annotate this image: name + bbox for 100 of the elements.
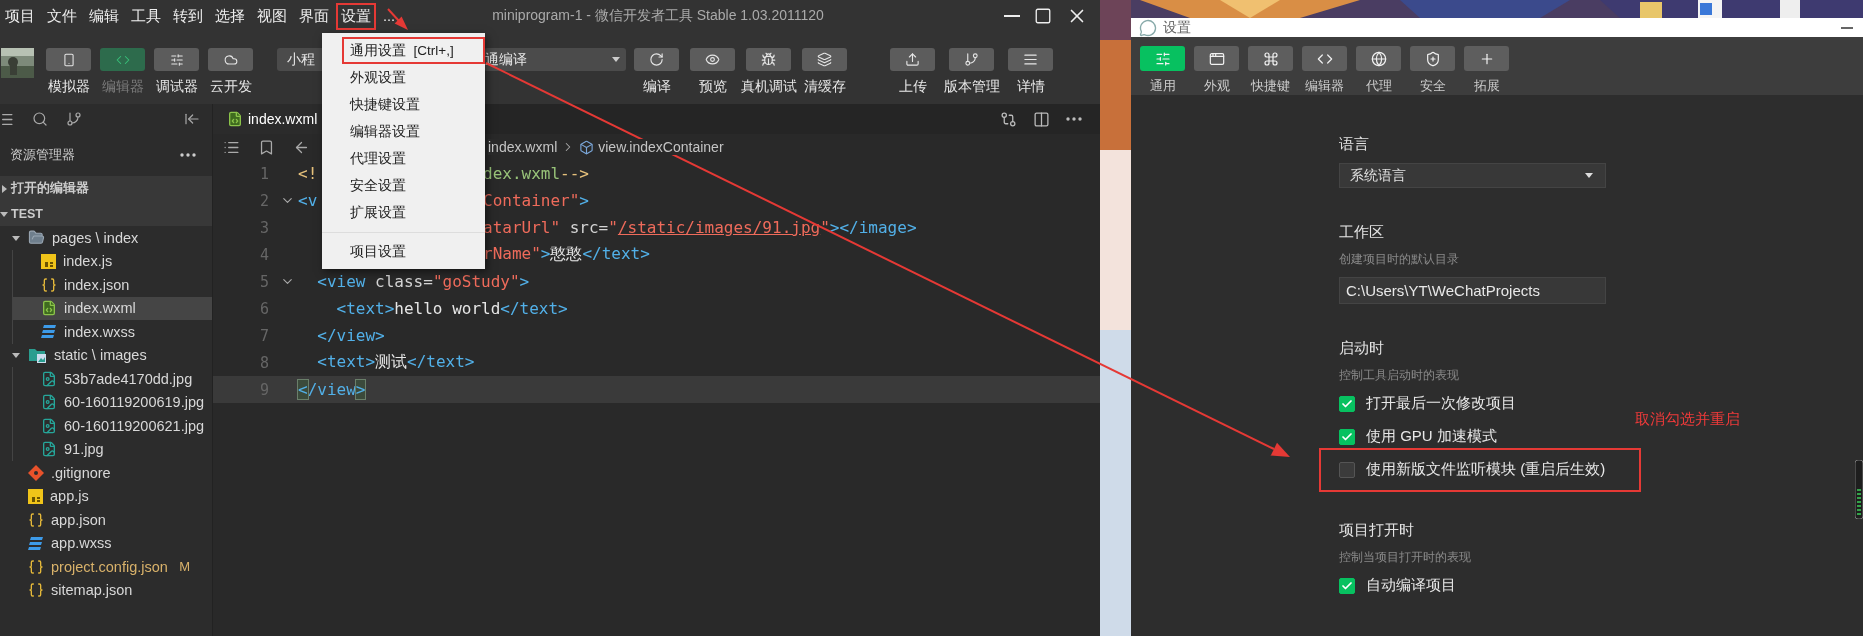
settings-tab[interactable] <box>1248 46 1293 71</box>
menu-item[interactable]: 安全设置 <box>342 172 485 199</box>
file-tree-item[interactable]: app.wxss <box>0 531 212 555</box>
compile-select[interactable]: 通编译 <box>484 48 626 71</box>
file-tree-item[interactable]: app.json <box>0 508 212 532</box>
menu-item[interactable]: 编辑 <box>84 2 124 30</box>
toolbar-button[interactable] <box>634 48 679 71</box>
menu-item[interactable]: 项目 <box>0 2 40 30</box>
more-icon[interactable] <box>1066 117 1082 121</box>
file-name: app.json <box>51 511 106 528</box>
checkbox[interactable] <box>1339 577 1355 594</box>
file-tree-item[interactable]: 60-160119200619.jpg <box>13 390 212 414</box>
tab-label: 编辑器 <box>1305 77 1344 95</box>
file-tree-item[interactable]: 91.jpg <box>13 437 212 461</box>
menu-item[interactable]: 编辑器设置 <box>342 118 485 145</box>
menu-item[interactable]: 工具 <box>126 2 166 30</box>
compare-icon <box>1000 110 1017 128</box>
window-title: 设置 <box>1163 18 1191 37</box>
settings-tab[interactable] <box>1356 46 1401 71</box>
caret-icon <box>1585 173 1593 178</box>
section-header[interactable]: 打开的编辑器 <box>0 176 212 201</box>
breadcrumb-item[interactable]: index.wxml <box>488 139 558 155</box>
settings-tab[interactable] <box>1302 46 1347 71</box>
braces-icon <box>28 582 44 599</box>
file-tree-item[interactable]: index.json <box>13 273 212 297</box>
settings-tab[interactable] <box>1410 46 1455 71</box>
mode-label: 编辑器 <box>101 78 144 96</box>
checkbox[interactable] <box>1339 461 1355 478</box>
shield-icon <box>1424 50 1441 67</box>
toolbar-button[interactable] <box>949 48 994 71</box>
file-tree-item[interactable]: project.config.json M <box>0 555 212 579</box>
toolbar-button[interactable] <box>690 48 735 71</box>
menu-item[interactable]: 转到 <box>168 2 208 30</box>
window-icon <box>1208 50 1225 67</box>
file-name: sitemap.json <box>51 582 133 599</box>
globe-icon <box>1370 50 1387 67</box>
tab-label: 快捷键 <box>1251 77 1290 95</box>
settings-tab[interactable] <box>1464 46 1509 71</box>
code-text: atarUrl" src="/static/images/91.jpg"></image> <box>483 218 917 237</box>
split-icon <box>1033 110 1050 128</box>
more-icon[interactable] <box>180 153 196 157</box>
file-tree-item[interactable]: .gitignore <box>0 461 212 485</box>
section-header[interactable]: TEST <box>0 201 212 226</box>
toolbar-button[interactable] <box>746 48 791 71</box>
section-heading: 项目打开时 <box>1339 520 1414 540</box>
line-number: 3 <box>258 218 269 237</box>
menu-icon <box>1023 52 1038 67</box>
breadcrumb-item[interactable]: view.indexContainer <box>598 139 724 155</box>
minimize-icon[interactable] <box>1841 26 1853 29</box>
command-icon <box>1262 50 1279 67</box>
menu-item[interactable]: 项目设置 <box>342 238 485 265</box>
check-icon <box>1341 397 1353 410</box>
menu-item[interactable]: 界面 <box>294 2 334 30</box>
line-number: 7 <box>258 326 269 345</box>
menu-item[interactable]: 代理设置 <box>342 145 485 172</box>
file-tree-item[interactable]: 53b7ade4170dd.jpg <box>13 367 212 391</box>
annotation-note: 取消勾选并重启 <box>1635 410 1740 429</box>
checkbox[interactable] <box>1339 395 1355 412</box>
code-text: <! <box>298 164 318 183</box>
file-tree-item[interactable]: index.wxss <box>13 320 212 344</box>
menu-item[interactable]: 扩展设置 <box>342 199 485 226</box>
settings-tab[interactable] <box>1194 46 1239 71</box>
check-icon <box>1341 430 1353 443</box>
menu-item[interactable]: 文件 <box>42 2 82 30</box>
file-name: pages \ index <box>52 229 139 246</box>
toolbar-button[interactable] <box>802 48 847 71</box>
braces-icon <box>28 558 44 575</box>
folder-icon <box>28 229 45 247</box>
file-tree-item[interactable]: index.wxml <box>13 296 212 320</box>
menu-item[interactable]: 快捷键设置 <box>342 91 485 118</box>
menu-item[interactable]: 视图 <box>252 2 292 30</box>
file-tree-item[interactable]: app.js <box>0 484 212 508</box>
panel-title: 资源管理器 <box>10 146 75 164</box>
language-select[interactable]: 系统语言 <box>1339 163 1606 188</box>
option-label: 使用新版文件监听模块 (重启后生效) <box>1366 460 1606 479</box>
file-tree-item[interactable]: index.js <box>13 249 212 273</box>
menu-item[interactable]: 选择 <box>210 2 250 30</box>
menu-item[interactable]: 设置 <box>336 2 376 30</box>
file-name: index.wxml <box>64 300 136 317</box>
menu-item[interactable]: 通用设置 [Ctrl+,] <box>342 37 485 64</box>
file-tree-item[interactable]: static \ images <box>0 343 212 367</box>
toolbar-label: 版本管理 <box>943 78 1000 96</box>
file-name: index.wxss <box>64 323 135 340</box>
mode-button[interactable] <box>208 48 253 71</box>
mode-button[interactable] <box>154 48 199 71</box>
line-number: 8 <box>258 353 269 372</box>
menu-item[interactable]: ... <box>378 4 401 28</box>
toolbar-button[interactable] <box>1008 48 1053 71</box>
file-tree-item[interactable]: 60-160119200621.jpg <box>13 414 212 438</box>
option-label: 打开最后一次修改项目 <box>1366 394 1516 413</box>
path-field[interactable]: C:\Users\YT\WeChatProjects <box>1339 277 1606 304</box>
toolbar-button[interactable] <box>890 48 935 71</box>
mode-button[interactable] <box>46 48 91 71</box>
branch-icon <box>66 111 82 127</box>
status-label: M <box>179 559 190 575</box>
checkbox[interactable] <box>1339 428 1355 445</box>
menu-item[interactable]: 外观设置 <box>342 64 485 91</box>
file-tree-item[interactable]: pages \ index <box>0 226 212 250</box>
file-tree-item[interactable]: sitemap.json <box>0 578 212 602</box>
code-text: </view> <box>316 326 385 345</box>
